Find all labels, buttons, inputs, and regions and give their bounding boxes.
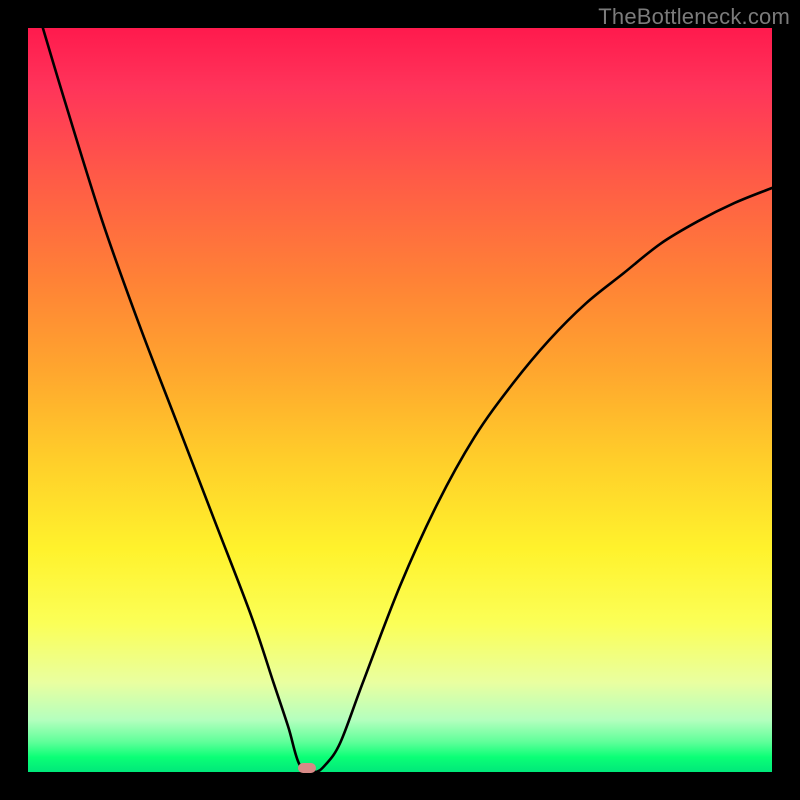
watermark-text: TheBottleneck.com — [598, 4, 790, 30]
minimum-marker — [298, 763, 316, 773]
bottleneck-curve — [28, 28, 772, 772]
plot-area — [28, 28, 772, 772]
chart-frame: TheBottleneck.com — [0, 0, 800, 800]
